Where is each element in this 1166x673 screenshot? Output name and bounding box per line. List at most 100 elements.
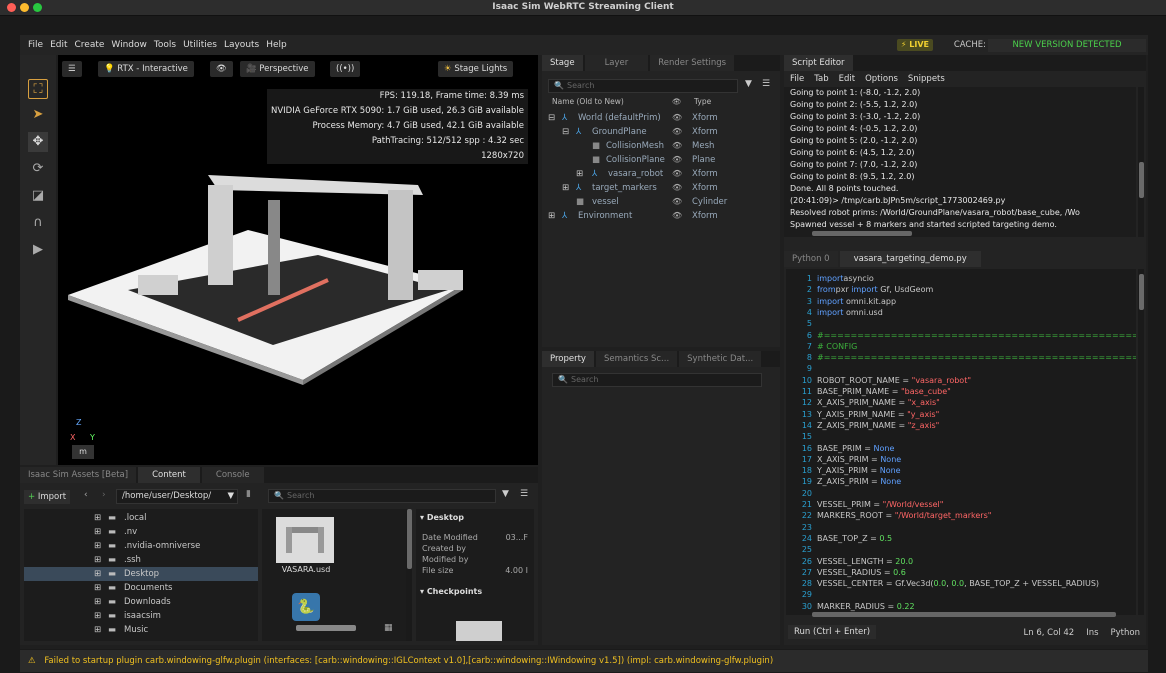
code-line[interactable]: 23	[786, 522, 1136, 533]
python-file-icon[interactable]: 🐍	[292, 593, 320, 621]
snap-icon[interactable]: ∩	[28, 213, 48, 233]
menu-edit[interactable]: Edit	[50, 40, 67, 50]
code-line[interactable]: 9	[786, 363, 1136, 374]
tab-property[interactable]: Property	[542, 351, 594, 367]
eye-icon[interactable]: 👁	[672, 195, 682, 209]
eye-icon[interactable]: 👁	[672, 181, 682, 195]
eye-icon[interactable]: 👁	[672, 209, 682, 223]
filter-icon[interactable]: ▼	[502, 489, 509, 499]
code-line[interactable]: 12 X_AXIS_PRIM_NAME = "x_axis"	[786, 397, 1136, 408]
code-line[interactable]: 5	[786, 318, 1136, 329]
expand-icon[interactable]: ⊞	[94, 553, 101, 567]
menu-utilities[interactable]: Utilities	[183, 40, 217, 50]
tab-script-editor[interactable]: Script Editor	[784, 55, 853, 71]
code-hscrollbar[interactable]	[812, 612, 1116, 617]
code-line[interactable]: 18 Y_AXIS_PRIM = None	[786, 465, 1136, 476]
stage-row-vessel[interactable]: ■ vessel 👁 Cylinder	[542, 195, 780, 209]
tab-python-0[interactable]: Python 0	[784, 251, 838, 267]
eye-icon[interactable]: 👁	[672, 167, 682, 181]
import-button[interactable]: + Import	[24, 490, 71, 504]
code-line[interactable]: 3 import omni.kit.app	[786, 296, 1136, 307]
code-line[interactable]: 21 VESSEL_PRIM = "/World/vessel"	[786, 499, 1136, 510]
tab-isaac-sim-assets[interactable]: Isaac Sim Assets [Beta]	[20, 467, 137, 483]
menu-help[interactable]: Help	[266, 40, 287, 50]
expand-icon[interactable]: ⊞	[576, 167, 583, 181]
chevron-down-icon[interactable]: ▼	[227, 490, 234, 503]
code-line[interactable]: 22 MARKERS_ROOT = "/World/target_markers"	[786, 510, 1136, 521]
expand-icon[interactable]: ⊞	[548, 209, 555, 223]
eye-icon[interactable]: 👁	[672, 139, 682, 153]
log-scroll-thumb[interactable]	[1139, 162, 1144, 198]
tab-content[interactable]: Content	[138, 467, 200, 483]
code-line[interactable]: 20	[786, 488, 1136, 499]
code-line[interactable]: 19 Z_AXIS_PRIM = None	[786, 476, 1136, 487]
menu-file[interactable]: File	[28, 40, 43, 50]
select-arrow-icon[interactable]: ➤	[28, 105, 48, 125]
code-line[interactable]: 2 frompxr import Gf, UsdGeom	[786, 284, 1136, 295]
expand-icon[interactable]: ⊞	[94, 595, 101, 609]
details-header[interactable]: ▾ Desktop	[420, 513, 464, 522]
se-menu-file[interactable]: File	[790, 74, 804, 84]
folder-local[interactable]: ⊞ ▬ .local	[24, 511, 258, 525]
tab-render-settings[interactable]: Render Settings	[650, 55, 735, 71]
new-version-badge[interactable]: NEW VERSION DETECTED	[988, 39, 1146, 52]
stage-row-world[interactable]: ⊟ ⅄ World (defaultPrim) 👁 Xform	[542, 111, 780, 125]
expand-icon[interactable]: ⊞	[94, 567, 101, 581]
menu-layouts[interactable]: Layouts	[224, 40, 259, 50]
col-name[interactable]: Name (Old to New)	[552, 97, 624, 106]
menu-window[interactable]: Window	[111, 40, 147, 50]
filter-icon[interactable]: ▼	[745, 79, 752, 89]
path-field[interactable]: /home/user/Desktop/ ▼	[116, 489, 238, 504]
expand-icon[interactable]: ⊞	[94, 609, 101, 623]
viewport[interactable]: Z X Y ☰ 💡 RTX - Interactive 👁 🎥 Perspect…	[58, 55, 538, 465]
expand-icon[interactable]: ⊞	[94, 623, 101, 637]
grid-view-icon[interactable]: ▦	[384, 623, 393, 633]
collapse-icon[interactable]: ⊟	[548, 111, 555, 125]
folder-music[interactable]: ⊞ ▬ Music	[24, 623, 258, 637]
expand-icon[interactable]: ⊞	[94, 539, 101, 553]
list-options-icon[interactable]: ☰	[520, 489, 528, 499]
eye-icon[interactable]: 👁	[672, 153, 682, 167]
stage-row-environment[interactable]: ⊞ ⅄ Environment 👁 Xform	[542, 209, 780, 223]
run-button[interactable]: Run (Ctrl + Enter)	[788, 625, 877, 639]
folder-nv[interactable]: ⊞ ▬ .nv	[24, 525, 258, 539]
expand-icon[interactable]: ⊞	[562, 181, 569, 195]
code-line[interactable]: 29	[786, 589, 1136, 600]
expand-icon[interactable]: ⊞	[94, 581, 101, 595]
code-line[interactable]: 24 BASE_TOP_Z = 0.5	[786, 533, 1136, 544]
tab-vasara-targeting-demo[interactable]: vasara_targeting_demo.py	[839, 251, 981, 267]
menu-create[interactable]: Create	[75, 40, 105, 50]
tab-stage[interactable]: Stage	[542, 55, 583, 71]
stage-row-collisionmesh[interactable]: ■ CollisionMesh 👁 Mesh	[542, 139, 780, 153]
scale-icon[interactable]: ◪	[28, 186, 48, 206]
tab-layer[interactable]: Layer	[584, 55, 649, 71]
code-line[interactable]: 1 importasyncio	[786, 273, 1136, 284]
code-line[interactable]: 17 X_AXIS_PRIM = None	[786, 454, 1136, 465]
stage-row-groundplane[interactable]: ⊟ ⅄ GroundPlane 👁 Xform	[542, 125, 780, 139]
file-vasara-usd[interactable]: VASARA.usd	[276, 517, 336, 579]
collapse-icon[interactable]: ⊟	[562, 125, 569, 139]
code-line[interactable]: 15	[786, 431, 1136, 442]
rotate-icon[interactable]: ⟳	[28, 159, 48, 179]
folder-documents[interactable]: ⊞ ▬ Documents	[24, 581, 258, 595]
folder-ssh[interactable]: ⊞ ▬ .ssh	[24, 553, 258, 567]
camera-button[interactable]: 🎥 Perspective	[240, 61, 315, 77]
code-scrollbar[interactable]	[1138, 269, 1144, 615]
select-frame-icon[interactable]: ⛶	[28, 79, 48, 99]
col-type[interactable]: Type	[694, 97, 711, 106]
tab-semantics[interactable]: Semantics Sc...	[595, 351, 678, 367]
move-icon[interactable]: ✥	[28, 132, 48, 152]
code-line[interactable]: 10 ROBOT_ROOT_NAME = "vasara_robot"	[786, 375, 1136, 386]
folder-isaacsim[interactable]: ⊞ ▬ isaacsim	[24, 609, 258, 623]
code-line[interactable]: 14 Z_AXIS_PRIM_NAME = "z_axis"	[786, 420, 1136, 431]
menu-tools[interactable]: Tools	[154, 40, 176, 50]
code-line[interactable]: 28 VESSEL_CENTER = Gf.Vec3d(0.0, 0.0, BAS…	[786, 578, 1136, 589]
se-menu-snippets[interactable]: Snippets	[908, 74, 945, 84]
code-line[interactable]: 26 VESSEL_LENGTH = 20.0	[786, 556, 1136, 567]
expand-icon[interactable]: ⊞	[94, 511, 101, 525]
code-line[interactable]: 4 import omni.usd	[786, 307, 1136, 318]
se-menu-edit[interactable]: Edit	[839, 74, 855, 84]
code-line[interactable]: 16 BASE_PRIM = None	[786, 443, 1136, 454]
stage-row-target-markers[interactable]: ⊞ ⅄ target_markers 👁 Xform	[542, 181, 780, 195]
code-line[interactable]: 30 MARKER_RADIUS = 0.22	[786, 601, 1136, 612]
